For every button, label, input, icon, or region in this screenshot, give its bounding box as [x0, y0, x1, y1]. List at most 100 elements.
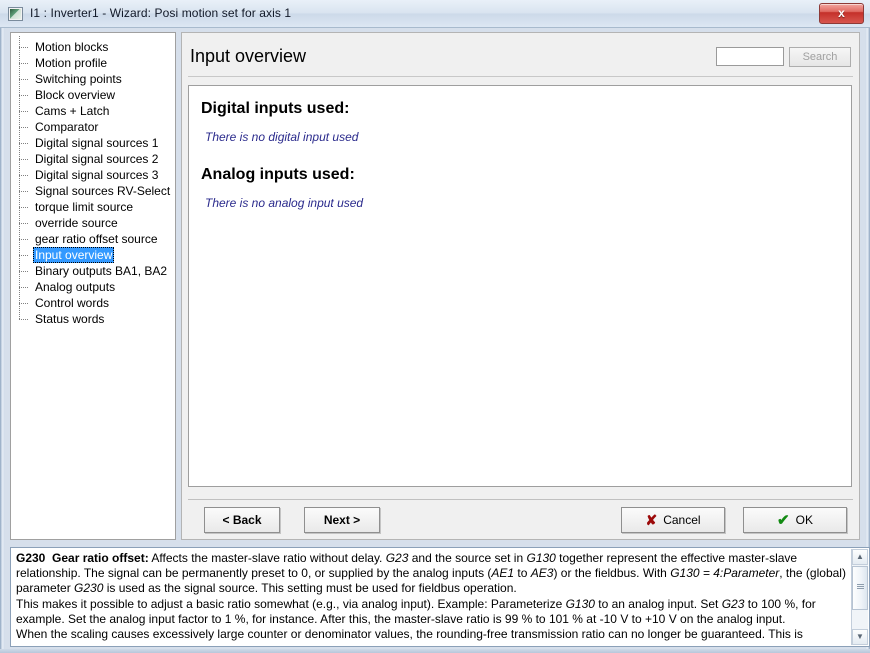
- help-run: Affects the master-slave ratio without d…: [148, 551, 386, 565]
- search-button[interactable]: Search: [789, 47, 851, 67]
- sidebar-item-label: Binary outputs BA1, BA2: [35, 264, 168, 278]
- help-run: ) or the fieldbus. With: [553, 566, 671, 581]
- sidebar-item-label: Switching points: [35, 72, 122, 86]
- tree-list: Motion blocks Motion profile Switching p…: [11, 33, 175, 327]
- help-scrollbar[interactable]: ▲ ▼: [851, 549, 868, 645]
- tree-branch-icon: [19, 212, 31, 231]
- sidebar-item-switching-points[interactable]: Switching points: [11, 68, 175, 87]
- help-run: This makes it possible to adjust a basic…: [16, 596, 566, 611]
- sidebar-item-label: Analog outputs: [35, 280, 116, 294]
- grip-icon: [857, 584, 864, 589]
- scroll-up-icon[interactable]: ▲: [852, 549, 868, 565]
- analog-inputs-heading: Analog inputs used:: [201, 166, 355, 183]
- sidebar-item-label: Status words: [35, 312, 105, 326]
- cross-icon: ✘: [645, 512, 658, 528]
- title-bar: I1 : Inverter1 - Wizard: Posi motion set…: [0, 0, 870, 28]
- check-icon: ✔: [777, 512, 790, 529]
- client-area: Motion blocks Motion profile Switching p…: [5, 29, 870, 649]
- tree-branch-icon: [19, 276, 31, 295]
- button-bar-separator: [188, 499, 853, 500]
- content-panel: Input overview Search Digital inputs use…: [181, 32, 860, 540]
- wizard-window: I1 : Inverter1 - Wizard: Posi motion set…: [0, 0, 870, 653]
- sidebar-item-cams-latch[interactable]: Cams + Latch: [11, 100, 175, 119]
- help-run-italic: G130: [565, 596, 595, 611]
- cancel-button-label: Cancel: [663, 513, 701, 527]
- tree-branch-icon: [19, 196, 31, 215]
- tree-branch-icon: [19, 116, 31, 135]
- tree-branch-icon: [19, 164, 31, 183]
- tree-branch-icon: [19, 52, 31, 71]
- help-run: is used as the signal source. This setti…: [103, 581, 517, 596]
- tree-branch-icon: [19, 180, 31, 199]
- window-title: I1 : Inverter1 - Wizard: Posi motion set…: [30, 6, 292, 20]
- title-separator: [188, 76, 853, 77]
- help-run-italic: G23: [385, 551, 409, 565]
- sidebar-item-analog-outputs[interactable]: Analog outputs: [11, 276, 175, 295]
- sidebar-item-label: Block overview: [35, 88, 116, 102]
- sidebar-item-label: torque limit source: [35, 200, 134, 214]
- tree-branch-icon: [19, 244, 31, 263]
- ok-button-label: OK: [795, 513, 813, 527]
- scroll-down-icon[interactable]: ▼: [852, 629, 868, 645]
- cancel-button[interactable]: ✘ Cancel: [621, 507, 725, 533]
- sidebar-item-label: gear ratio offset source: [35, 232, 158, 246]
- sidebar-item-label: Comparator: [35, 120, 99, 134]
- sidebar-item-binary-outputs[interactable]: Binary outputs BA1, BA2: [11, 260, 175, 279]
- sidebar-item-input-overview[interactable]: Input overview: [11, 244, 175, 263]
- digital-inputs-heading: Digital inputs used:: [201, 100, 350, 117]
- sidebar-item-label: Motion blocks: [35, 40, 109, 54]
- help-run: to an analog input. Set: [594, 596, 722, 611]
- help-run-italic: G230: [74, 581, 104, 596]
- tree-branch-icon: [19, 308, 31, 327]
- sidebar-item-digital-signal-sources-2[interactable]: Digital signal sources 2: [11, 148, 175, 167]
- sidebar-item-motion-profile[interactable]: Motion profile: [11, 52, 175, 71]
- tree-branch-icon: [19, 100, 31, 119]
- sidebar-item-label: Signal sources RV-Select: [35, 184, 171, 198]
- sidebar-item-label: Cams + Latch: [35, 104, 110, 118]
- tree-branch-icon: [19, 148, 31, 167]
- help-run: to: [514, 566, 531, 581]
- help-param-id: G230: [16, 551, 46, 565]
- ok-button[interactable]: ✔ OK: [743, 507, 847, 533]
- help-panel: G230 Gear ratio offset: Affects the mast…: [10, 547, 870, 647]
- back-button[interactable]: < Back: [204, 507, 280, 533]
- navigation-tree[interactable]: Motion blocks Motion profile Switching p…: [10, 32, 176, 540]
- help-run-italic: AE3: [530, 566, 554, 581]
- sidebar-item-motion-blocks[interactable]: Motion blocks: [11, 36, 175, 55]
- sidebar-item-digital-signal-sources-1[interactable]: Digital signal sources 1: [11, 132, 175, 151]
- help-paragraph-1: G230 Gear ratio offset: Affects the mast…: [16, 551, 847, 597]
- tree-branch-icon: [19, 228, 31, 247]
- close-icon[interactable]: x: [819, 3, 864, 24]
- sidebar-item-label: Digital signal sources 3: [35, 168, 159, 182]
- sidebar-item-signal-sources-rv-select[interactable]: Signal sources RV-Select: [11, 180, 175, 199]
- tree-branch-icon: [19, 292, 31, 311]
- sidebar-item-override-source[interactable]: override source: [11, 212, 175, 231]
- sidebar-item-label: Digital signal sources 1: [35, 136, 159, 150]
- help-paragraph-2: This makes it possible to adjust a basic…: [16, 597, 847, 627]
- help-run-italic: G23: [721, 596, 745, 611]
- page-title: Input overview: [190, 46, 307, 66]
- window-icon: [8, 7, 23, 21]
- sidebar-item-label: Motion profile: [35, 56, 108, 70]
- search-input[interactable]: [716, 47, 784, 66]
- sidebar-item-status-words[interactable]: Status words: [11, 308, 175, 327]
- window-border-bottom: [0, 649, 870, 653]
- sidebar-item-label: Control words: [35, 296, 110, 310]
- sidebar-item-control-words[interactable]: Control words: [11, 292, 175, 311]
- help-run-italic: AE1: [491, 566, 515, 581]
- scrollbar-thumb[interactable]: [852, 566, 868, 610]
- sidebar-item-torque-limit-source[interactable]: torque limit source: [11, 196, 175, 215]
- help-run-italic: G130: [526, 551, 556, 565]
- next-button[interactable]: Next >: [304, 507, 380, 533]
- tree-branch-icon: [19, 260, 31, 279]
- tree-branch-icon: [19, 36, 31, 55]
- sidebar-item-digital-signal-sources-3[interactable]: Digital signal sources 3: [11, 164, 175, 183]
- digital-inputs-body: There is no digital input used: [205, 130, 359, 144]
- help-paragraph-3: When the scaling causes excessively larg…: [16, 627, 803, 642]
- sidebar-item-gear-ratio-offset-source[interactable]: gear ratio offset source: [11, 228, 175, 247]
- sidebar-item-comparator[interactable]: Comparator: [11, 116, 175, 135]
- sidebar-item-label: override source: [35, 216, 118, 230]
- help-text: G230 Gear ratio offset: Affects the mast…: [16, 551, 847, 642]
- sidebar-item-block-overview[interactable]: Block overview: [11, 84, 175, 103]
- sidebar-item-label: Digital signal sources 2: [35, 152, 159, 166]
